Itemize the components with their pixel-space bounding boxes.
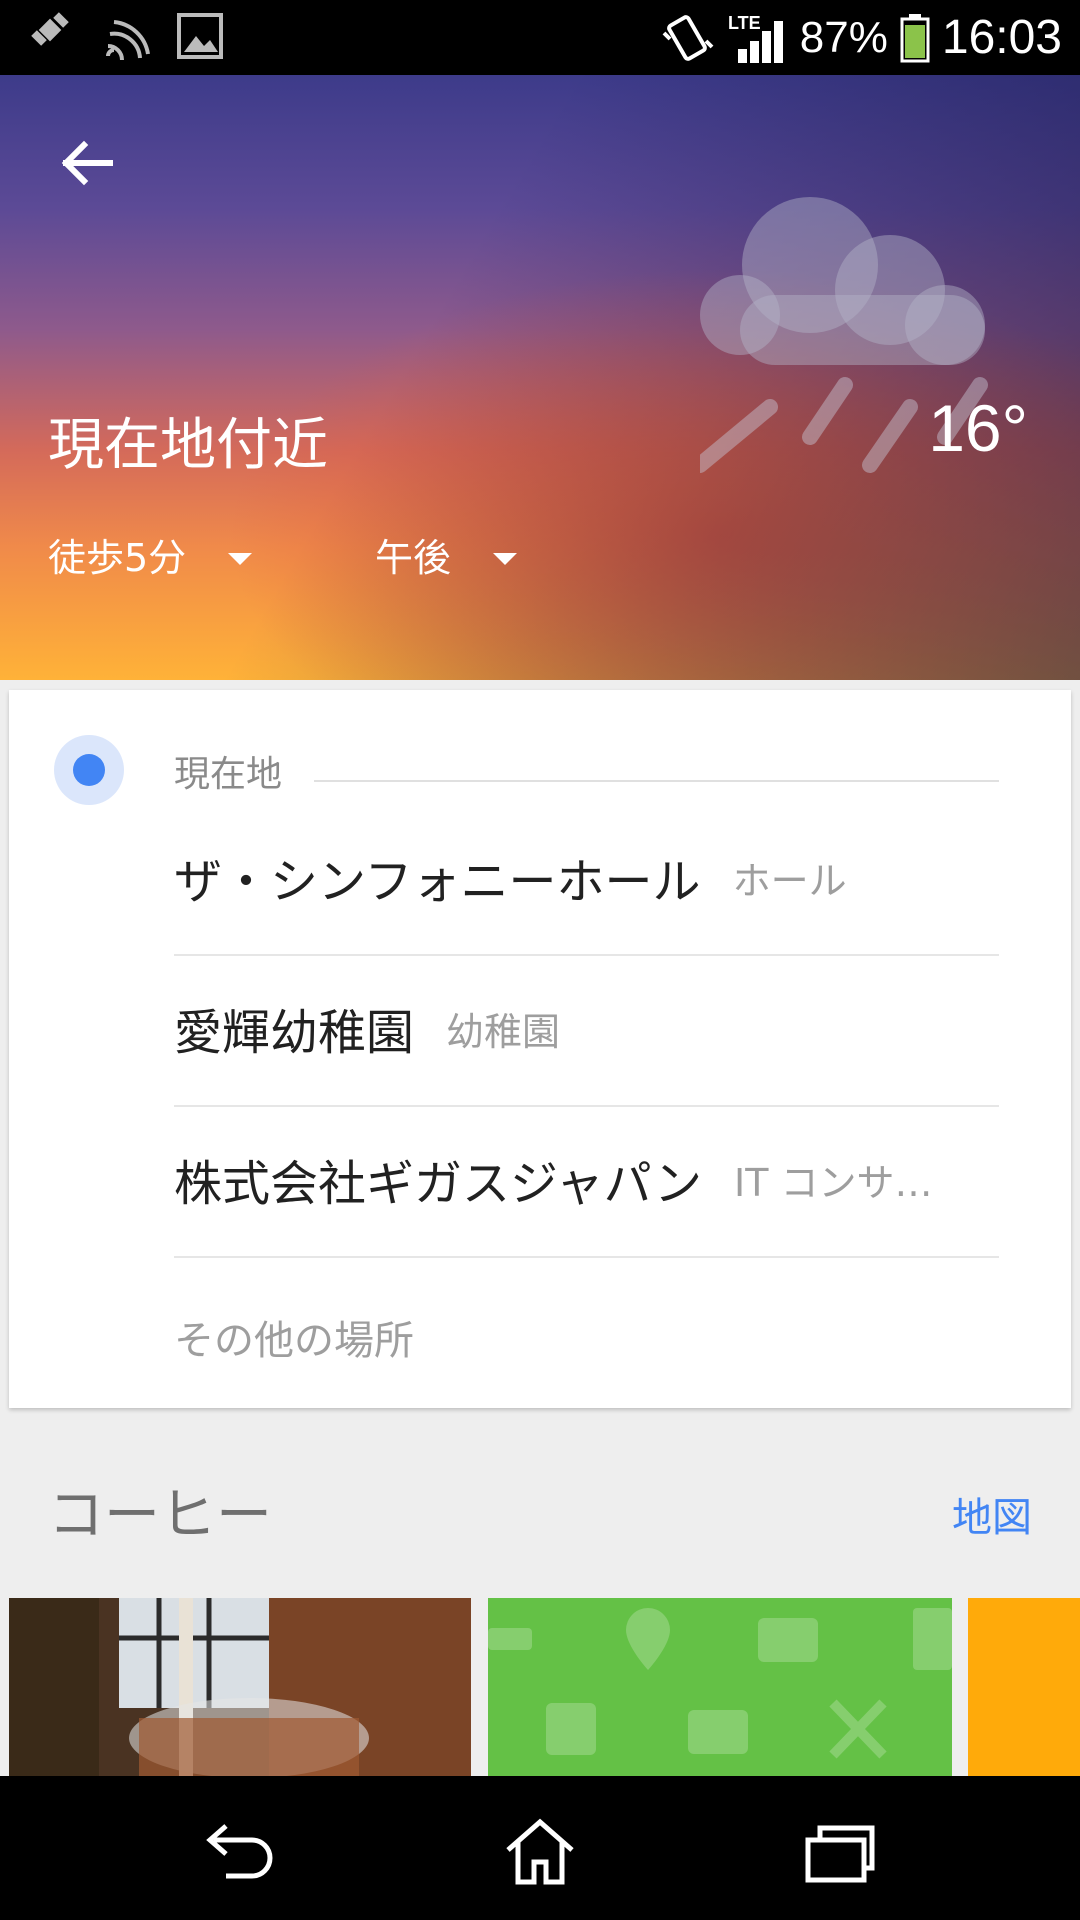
- cafe-photo-tile[interactable]: [9, 1598, 471, 1776]
- walk-time-label: 徒歩5分: [48, 536, 187, 580]
- vibrate-icon: [662, 14, 714, 61]
- place-row[interactable]: 株式会社ギガスジャパン IT コンサ…: [174, 1104, 999, 1254]
- image-icon: [177, 13, 223, 59]
- map-link[interactable]: 地図: [952, 1485, 1032, 1543]
- time-of-day-label: 午後: [375, 536, 452, 580]
- coffee-carousel[interactable]: [0, 1598, 1080, 1776]
- walk-time-dropdown[interactable]: 徒歩5分: [48, 527, 253, 582]
- place-category: IT コンサ…: [734, 1160, 933, 1205]
- place-category: ホール: [732, 858, 847, 903]
- satellite-icon: [31, 12, 69, 46]
- place-row[interactable]: 愛輝幼稚園 幼稚園: [174, 953, 999, 1103]
- divider: [174, 1256, 999, 1258]
- dropdown-arrow-icon: [228, 552, 253, 565]
- category-tile-green[interactable]: [488, 1598, 952, 1776]
- temperature: 16°: [928, 391, 1028, 465]
- weather-header: 現在地付近 16° 徒歩5分 午後: [0, 75, 1080, 680]
- area-title: 現在地付近: [48, 413, 328, 478]
- back-nav-icon[interactable]: [200, 1816, 280, 1886]
- clock: 16:03: [941, 11, 1062, 64]
- battery-icon: [900, 13, 930, 62]
- home-nav-icon[interactable]: [500, 1816, 580, 1886]
- battery-percent: 87%: [799, 12, 888, 62]
- cast-icon: [106, 20, 150, 61]
- network-type: LTE: [728, 13, 761, 33]
- status-bar: LTE 87% 16:03: [0, 0, 1080, 75]
- signal-icon: LTE: [728, 13, 783, 63]
- category-tile-orange[interactable]: [968, 1598, 1080, 1776]
- other-places-link[interactable]: その他の場所: [174, 1308, 414, 1366]
- section-title-coffee: コーヒー: [48, 1483, 272, 1548]
- place-category: 幼稚園: [446, 1009, 561, 1054]
- current-location-icon: [54, 735, 124, 805]
- divider: [314, 780, 999, 782]
- time-of-day-dropdown[interactable]: 午後: [375, 527, 518, 582]
- place-name: 株式会社ギガスジャパン: [174, 1156, 703, 1212]
- place-row[interactable]: ザ・シンフォニーホール ホール: [174, 802, 999, 952]
- dropdown-arrow-icon: [493, 552, 518, 565]
- nearby-places-card: 現在地 ザ・シンフォニーホール ホール 愛輝幼稚園 幼稚園 株式会社ギガスジャパ…: [9, 690, 1071, 1408]
- place-icons-pattern: [488, 1608, 952, 1759]
- cafe-photo: [9, 1598, 471, 1776]
- navigation-bar: [0, 1776, 1080, 1920]
- current-location-label[interactable]: 現在地: [174, 745, 282, 797]
- recent-apps-nav-icon[interactable]: [800, 1816, 880, 1886]
- place-name: 愛輝幼稚園: [174, 1005, 415, 1061]
- back-arrow-icon[interactable]: [58, 135, 114, 191]
- place-name: ザ・シンフォニーホール: [174, 854, 701, 910]
